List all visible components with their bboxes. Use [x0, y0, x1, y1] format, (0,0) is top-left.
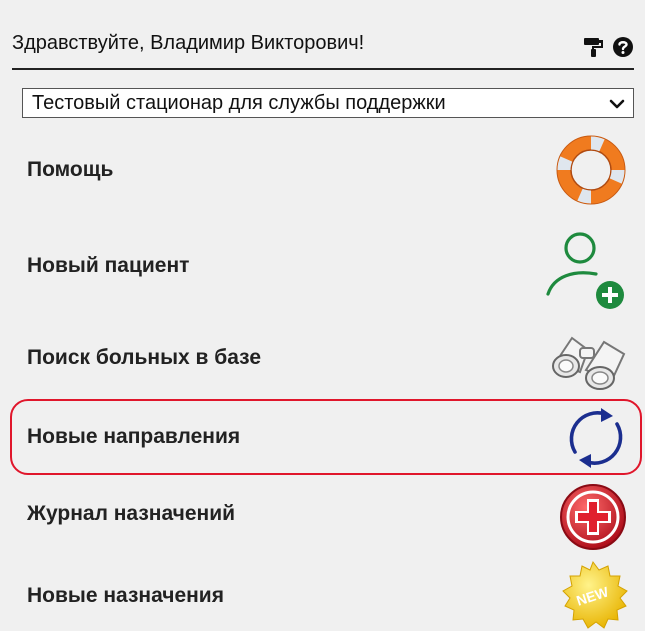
menu-item-label: Новые направления: [27, 425, 241, 448]
menu-item-help[interactable]: Помощь: [10, 130, 642, 210]
menu-item-prescription-log[interactable]: Журнал назначений: [10, 478, 642, 558]
add-user-icon: [540, 228, 630, 317]
red-cross-icon: [558, 482, 628, 557]
menu-item-new-prescriptions[interactable]: Новые назначения NEW: [10, 556, 642, 631]
chevron-down-icon: [609, 97, 625, 115]
menu-item-patient-search[interactable]: Поиск больных в базе: [10, 318, 642, 398]
menu-item-label: Помощь: [27, 158, 114, 181]
navigation-panel: Здравствуйте, Владимир Викторович! Тесто…: [0, 0, 645, 631]
menu-item-new-patient[interactable]: Новый пациент: [10, 222, 642, 312]
paint-roller-icon[interactable]: [582, 36, 604, 58]
menu-item-label: Поиск больных в базе: [27, 346, 262, 369]
menu-item-label: Новый пациент: [27, 254, 190, 277]
new-badge-icon: NEW: [556, 560, 630, 635]
header-icons: [582, 36, 634, 58]
lifebuoy-icon: [552, 134, 630, 211]
greeting-text: Здравствуйте, Владимир Викторович!: [12, 32, 365, 54]
help-icon[interactable]: [612, 36, 634, 58]
menu-item-new-referrals[interactable]: Новые направления: [10, 399, 642, 475]
menu-item-label: Новые назначения: [27, 584, 224, 607]
menu-item-label: Журнал назначений: [27, 502, 236, 525]
facility-select[interactable]: Тестовый стационар для службы поддержки: [22, 88, 634, 118]
refresh-arrows-icon: [563, 406, 629, 475]
facility-select-value: Тестовый стационар для службы поддержки: [32, 92, 446, 114]
binoculars-icon: [550, 324, 634, 397]
header: Здравствуйте, Владимир Викторович!: [12, 22, 634, 70]
